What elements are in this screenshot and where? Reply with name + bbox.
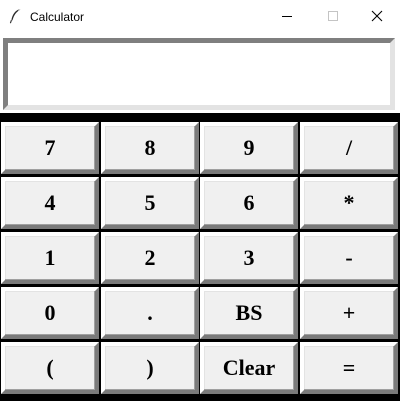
window-title: Calculator xyxy=(30,10,85,24)
key-0[interactable]: 0 xyxy=(1,287,99,339)
key-decimal[interactable]: . xyxy=(101,287,199,339)
key-equals[interactable]: = xyxy=(300,342,398,394)
key-5[interactable]: 5 xyxy=(101,177,199,229)
calculator-window: Calculator 7 8 9 / 4 5 6 * 1 2 3 - 0 . B… xyxy=(0,0,400,401)
key-backspace[interactable]: BS xyxy=(200,287,298,339)
keypad: 7 8 9 / 4 5 6 * 1 2 3 - 0 . BS + ( ) Cle… xyxy=(0,120,400,401)
close-icon xyxy=(371,10,383,22)
key-multiply[interactable]: * xyxy=(300,177,398,229)
key-3[interactable]: 3 xyxy=(200,232,298,284)
minimize-icon xyxy=(282,16,292,17)
display-area xyxy=(0,33,400,113)
key-open-paren[interactable]: ( xyxy=(1,342,99,394)
key-8[interactable]: 8 xyxy=(101,122,199,174)
close-button[interactable] xyxy=(354,0,400,32)
key-1[interactable]: 1 xyxy=(1,232,99,284)
minimize-button[interactable] xyxy=(264,0,310,32)
key-divide[interactable]: / xyxy=(300,122,398,174)
maximize-icon xyxy=(328,11,338,21)
key-clear[interactable]: Clear xyxy=(200,342,298,394)
maximize-button[interactable] xyxy=(310,0,356,32)
key-6[interactable]: 6 xyxy=(200,177,298,229)
display-entry[interactable] xyxy=(3,38,395,110)
title-bar[interactable]: Calculator xyxy=(0,0,400,33)
key-4[interactable]: 4 xyxy=(1,177,99,229)
key-add[interactable]: + xyxy=(300,287,398,339)
feather-icon xyxy=(8,8,22,24)
key-close-paren[interactable]: ) xyxy=(101,342,199,394)
key-2[interactable]: 2 xyxy=(101,232,199,284)
key-subtract[interactable]: - xyxy=(300,232,398,284)
key-9[interactable]: 9 xyxy=(200,122,298,174)
key-7[interactable]: 7 xyxy=(1,122,99,174)
